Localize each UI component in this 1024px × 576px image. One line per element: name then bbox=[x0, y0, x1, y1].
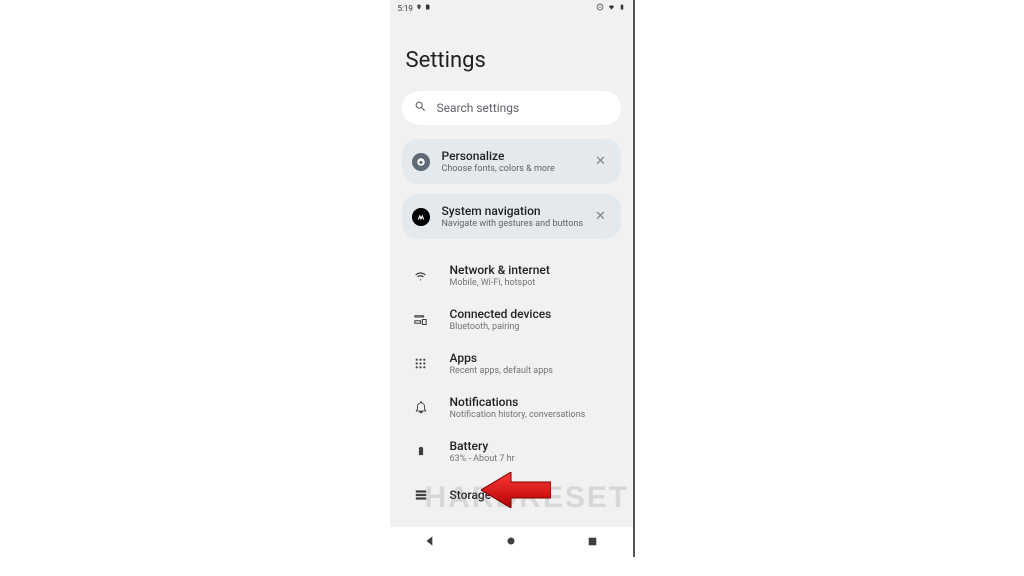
row-storage[interactable]: Storage bbox=[390, 473, 633, 517]
row-title: Battery bbox=[450, 439, 515, 453]
devices-icon bbox=[410, 312, 432, 327]
bell-icon bbox=[410, 400, 432, 414]
settings-list: Network & internet Mobile, Wi-Fi, hotspo… bbox=[390, 249, 633, 517]
close-icon[interactable]: ✕ bbox=[591, 209, 611, 224]
recents-button[interactable] bbox=[586, 533, 599, 552]
row-connected-devices[interactable]: Connected devices Bluetooth, pairing bbox=[390, 297, 633, 341]
search-placeholder: Search settings bbox=[437, 101, 520, 115]
row-title: Storage bbox=[450, 488, 492, 502]
card-system-navigation[interactable]: System navigation Navigate with gestures… bbox=[402, 194, 621, 239]
navigation-bar bbox=[390, 527, 633, 557]
battery-status-icon bbox=[619, 3, 625, 13]
card-personalize[interactable]: Personalize Choose fonts, colors & more … bbox=[402, 139, 621, 184]
back-button[interactable] bbox=[423, 533, 437, 552]
location-icon bbox=[416, 3, 422, 13]
dnd-icon bbox=[596, 3, 604, 13]
row-apps[interactable]: Apps Recent apps, default apps bbox=[390, 341, 633, 385]
card-title: Personalize bbox=[442, 149, 591, 163]
battery-icon bbox=[410, 443, 432, 459]
row-title: Connected devices bbox=[450, 307, 552, 321]
row-subtitle: Mobile, Wi-Fi, hotspot bbox=[450, 278, 550, 288]
row-subtitle: Notification history, conversations bbox=[450, 410, 586, 420]
row-title: Apps bbox=[450, 351, 553, 365]
close-icon[interactable]: ✕ bbox=[591, 154, 611, 169]
row-subtitle: Recent apps, default apps bbox=[450, 366, 553, 376]
sim-card-icon bbox=[425, 3, 431, 13]
search-icon bbox=[414, 100, 427, 116]
storage-icon bbox=[410, 488, 432, 502]
card-title: System navigation bbox=[442, 204, 591, 218]
status-time: 5:19 bbox=[398, 4, 413, 13]
card-subtitle: Choose fonts, colors & more bbox=[442, 164, 591, 174]
row-battery[interactable]: Battery 63% - About 7 hr bbox=[390, 429, 633, 473]
row-title: Network & internet bbox=[450, 263, 550, 277]
wifi-icon bbox=[410, 268, 432, 283]
row-network[interactable]: Network & internet Mobile, Wi-Fi, hotspo… bbox=[390, 253, 633, 297]
search-input[interactable]: Search settings bbox=[402, 91, 621, 125]
paint-icon bbox=[412, 153, 430, 171]
row-notifications[interactable]: Notifications Notification history, conv… bbox=[390, 385, 633, 429]
status-bar: 5:19 bbox=[390, 0, 633, 16]
row-subtitle: 63% - About 7 hr bbox=[450, 454, 515, 464]
row-title: Notifications bbox=[450, 395, 586, 409]
page-title: Settings bbox=[390, 16, 633, 91]
card-subtitle: Navigate with gestures and buttons bbox=[442, 219, 591, 229]
home-button[interactable] bbox=[504, 533, 518, 552]
row-subtitle: Bluetooth, pairing bbox=[450, 322, 552, 332]
wifi-icon bbox=[607, 3, 616, 13]
motorola-icon bbox=[412, 208, 430, 226]
apps-icon bbox=[410, 357, 432, 370]
phone-frame: 5:19 Settings Search settings Personaliz… bbox=[390, 0, 635, 557]
